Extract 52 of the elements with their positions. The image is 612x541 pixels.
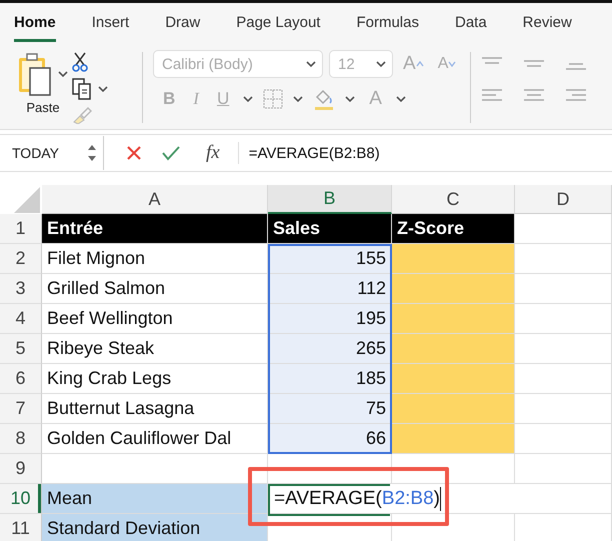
table-cell: 195	[268, 304, 392, 334]
chevron-down-icon	[306, 60, 316, 68]
table-cell: Ribeye Steak	[42, 334, 268, 364]
row-header[interactable]: 8	[0, 424, 42, 454]
formula-text: =AVERAGE(B2:B8)	[248, 144, 380, 162]
row-header[interactable]: 3	[0, 274, 42, 304]
row-header[interactable]: 1	[0, 214, 42, 244]
cancel-icon[interactable]	[126, 145, 142, 161]
table-cell: 185	[268, 364, 392, 394]
table-cell: Butternut Lasagna	[42, 394, 268, 424]
table-cell: Sales	[268, 214, 392, 244]
table-cell: Golden Cauliflower Dal	[42, 424, 268, 454]
table-cell: Entrée	[42, 214, 268, 244]
table-cell: Z-Score	[392, 214, 515, 244]
table-cell: 155	[268, 244, 392, 274]
clipboard-icon	[18, 52, 52, 96]
stepper-icon[interactable]	[87, 143, 97, 163]
row-header[interactable]: 7	[0, 394, 42, 424]
row-header[interactable]: 5	[0, 334, 42, 364]
table-cell: Grilled Salmon	[42, 274, 268, 304]
ribbon-tab[interactable]: Insert	[92, 4, 130, 42]
insert-function-button[interactable]: fx	[200, 141, 226, 165]
ribbon-tab[interactable]: Formulas	[356, 4, 419, 42]
table-cell: King Crab Legs	[42, 364, 268, 394]
table-cell: Mean	[42, 484, 268, 514]
row-header[interactable]: 6	[0, 364, 42, 394]
ribbon-tab[interactable]: Data	[454, 4, 487, 42]
column-header[interactable]: D	[515, 185, 612, 214]
table-cell: 112	[268, 274, 392, 304]
row-header[interactable]: 10	[0, 484, 42, 514]
ribbon-tab[interactable]: Page Layout	[236, 4, 320, 42]
row-header[interactable]: 11	[0, 514, 42, 541]
name-box[interactable]: TODAY	[0, 136, 104, 170]
table-cell: Filet Mignon	[42, 244, 268, 274]
row-header[interactable]: 4	[0, 304, 42, 334]
row-header[interactable]: 9	[0, 454, 42, 484]
column-header[interactable]: A	[42, 185, 268, 214]
column-header[interactable]: B	[268, 185, 392, 214]
ribbon-tab[interactable]: Review	[522, 4, 572, 42]
cell-editor[interactable]: =AVERAGE(B2:B8)	[268, 484, 515, 514]
table-cell: 265	[268, 334, 392, 364]
checkmark-icon[interactable]	[162, 145, 180, 161]
chevron-down-icon	[376, 60, 386, 68]
ribbon-tab[interactable]: Draw	[165, 4, 200, 42]
table-cell: Beef Wellington	[42, 304, 268, 334]
table-cell: Standard Deviation	[42, 514, 268, 541]
table-cell: 75	[268, 394, 392, 424]
row-header[interactable]: 2	[0, 244, 42, 274]
caret-down-icon	[448, 61, 456, 67]
table-cell: 66	[268, 424, 392, 454]
column-header[interactable]: C	[392, 185, 515, 214]
caret-up-icon	[416, 61, 424, 67]
